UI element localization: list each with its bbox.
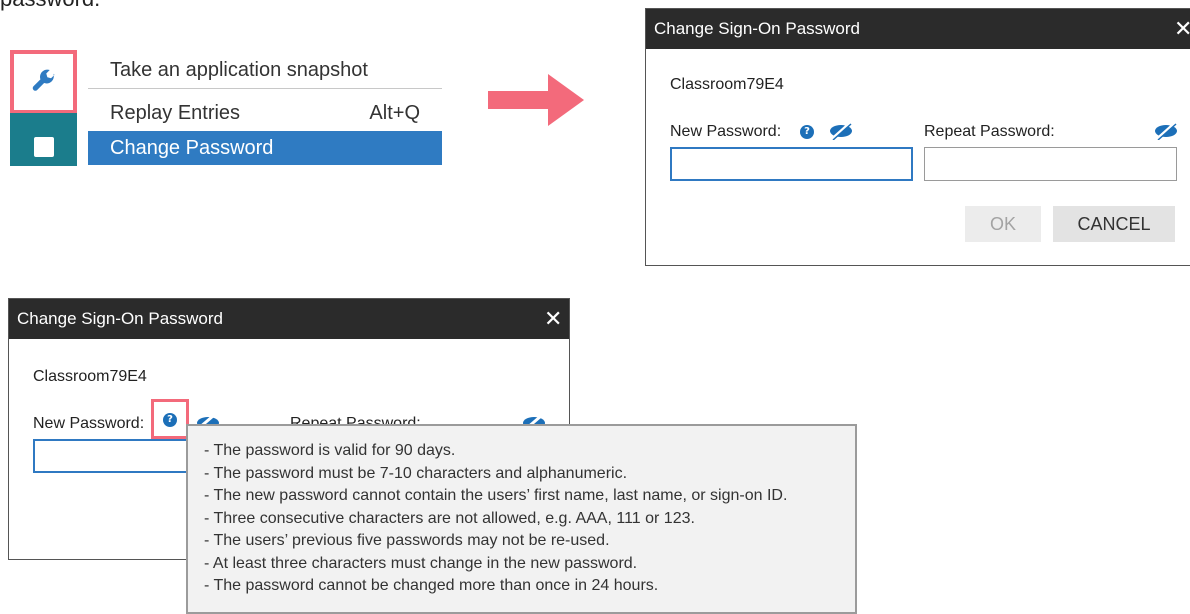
new-password-label: New Password: — [33, 415, 145, 432]
menu-item-change-password[interactable]: Change Password — [88, 131, 442, 165]
menu-item-snapshot[interactable]: Take an application snapshot — [88, 53, 442, 87]
menu-item-label: Take an application snapshot — [110, 59, 368, 81]
dialog-titlebar: Change Sign-On Password ✕ — [9, 299, 569, 339]
list-item: - The users’ previous five passwords may… — [204, 532, 610, 549]
account-id: Classroom79E4 — [33, 368, 147, 385]
close-icon[interactable]: ✕ — [1174, 9, 1190, 49]
change-password-dialog: Change Sign-On Password ✕ Classroom79E4 … — [645, 8, 1190, 266]
dialog-title: Change Sign-On Password — [654, 19, 861, 38]
arrow-right-icon — [488, 74, 584, 126]
wrench-icon — [32, 69, 55, 91]
list-item: - The password is valid for 90 days. — [204, 442, 456, 459]
list-item: - The new password cannot contain the us… — [204, 487, 788, 504]
new-password-input[interactable] — [670, 147, 913, 181]
ok-button[interactable]: OK — [965, 206, 1041, 242]
info-icon[interactable]: ? — [800, 125, 814, 139]
password-rules-tooltip: - The password is valid for 90 days. - T… — [186, 424, 857, 614]
password-rules-list: - The password is valid for 90 days. - T… — [188, 426, 855, 598]
list-item: - The password cannot be changed more th… — [204, 577, 659, 594]
info-highlight: ? — [151, 399, 189, 439]
tools-button[interactable] — [10, 50, 77, 114]
info-icon[interactable]: ? — [163, 413, 177, 427]
dialog-title: Change Sign-On Password — [17, 309, 224, 328]
repeat-password-label: Repeat Password: — [924, 123, 1055, 140]
eye-slash-icon[interactable] — [1153, 122, 1179, 140]
list-item: - The password must be 7-10 characters a… — [204, 464, 628, 482]
repeat-password-input[interactable] — [924, 147, 1177, 181]
messages-tile[interactable] — [10, 113, 77, 166]
menu-item-replay-entries[interactable]: Replay Entries Alt+Q — [88, 96, 442, 130]
menu-item-label: Change Password — [110, 137, 274, 159]
list-item: - Three consecutive characters are not a… — [204, 509, 695, 527]
menu-item-label: Replay Entries — [110, 102, 241, 124]
cancel-button[interactable]: CANCEL — [1053, 206, 1175, 242]
dialog-titlebar: Change Sign-On Password ✕ — [646, 9, 1190, 49]
close-icon[interactable]: ✕ — [544, 299, 562, 339]
account-id: Classroom79E4 — [670, 76, 784, 93]
instruction-fragment: password. — [0, 0, 100, 12]
chat-icon — [34, 137, 54, 157]
menu-item-shortcut: Alt+Q — [369, 102, 420, 124]
new-password-label: New Password: — [670, 123, 782, 140]
list-item: - At least three characters must change … — [204, 554, 638, 572]
menu-divider — [88, 88, 442, 89]
new-password-input[interactable] — [33, 439, 203, 473]
eye-slash-icon[interactable] — [828, 122, 854, 140]
eye-slash-icon[interactable] — [521, 414, 547, 424]
